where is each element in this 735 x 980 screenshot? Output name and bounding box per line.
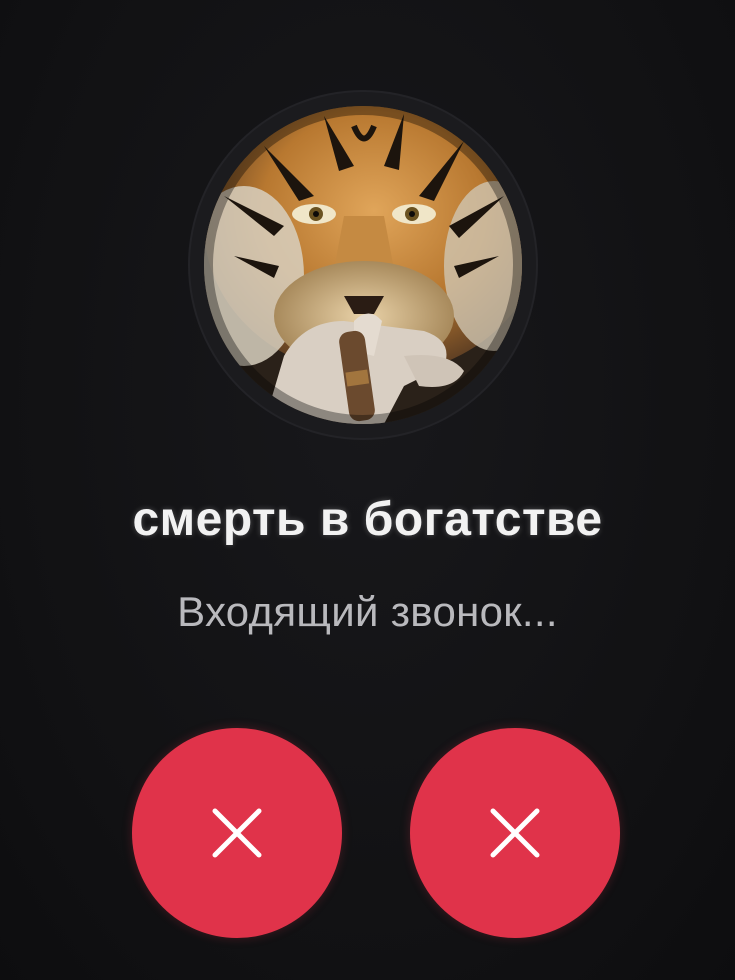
incoming-call-screen: смерть в богатстве Входящий звонок... xyxy=(0,0,735,980)
close-icon xyxy=(212,808,262,858)
decline-call-button[interactable] xyxy=(132,728,342,938)
call-status-text: Входящий звонок... xyxy=(177,588,558,635)
second-decline-call-button[interactable] xyxy=(410,728,620,938)
close-icon xyxy=(490,808,540,858)
caller-avatar xyxy=(204,106,522,424)
tiger-avatar-image xyxy=(204,106,522,424)
caller-name: смерть в богатстве xyxy=(132,493,603,546)
